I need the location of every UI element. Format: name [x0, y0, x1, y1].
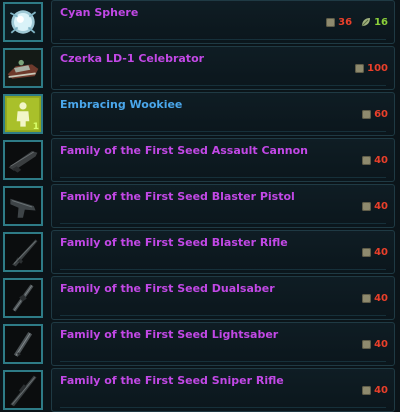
- speeder-icon[interactable]: [3, 48, 43, 88]
- item-name: Czerka LD-1 Celebrator: [60, 52, 205, 65]
- coin-icon: [362, 109, 372, 119]
- vendor-item-panel: Family of the First Seed Sniper Rifle 40: [51, 368, 395, 412]
- assault-cannon-icon[interactable]: [3, 140, 43, 180]
- vendor-item-panel: Family of the First Seed Assault Cannon …: [51, 138, 395, 182]
- item-cost: 40: [362, 199, 388, 213]
- vendor-item-panel: Czerka LD-1 Celebrator 100: [51, 46, 395, 90]
- cost-amount: 40: [374, 338, 388, 350]
- coin-icon: [362, 293, 372, 303]
- vendor-item-row[interactable]: Family of the First Seed Blaster Rifle 4…: [0, 230, 400, 274]
- cost-amount: 40: [374, 246, 388, 258]
- blaster-pistol-icon[interactable]: [3, 186, 43, 226]
- vendor-item-row[interactable]: 1 Embracing Wookiee 60: [0, 92, 400, 136]
- vendor-item-row[interactable]: Family of the First Seed Blaster Pistol …: [0, 184, 400, 228]
- vendor-item-panel: Family of the First Seed Dualsaber 40: [51, 276, 395, 320]
- cost-amount: 36: [338, 16, 353, 28]
- vendor-item-row[interactable]: Family of the First Seed Lightsaber 40: [0, 322, 400, 366]
- item-name: Family of the First Seed Blaster Pistol: [60, 190, 295, 203]
- vendor-item-panel: Family of the First Seed Blaster Rifle 4…: [51, 230, 395, 274]
- stack-count: 1: [32, 122, 39, 132]
- cost-amount: 16: [374, 16, 388, 28]
- vendor-item-panel: Cyan Sphere 36 16: [51, 0, 395, 44]
- item-cost: 40: [362, 153, 388, 167]
- dualsaber-icon[interactable]: [3, 278, 43, 318]
- coin-icon: [362, 247, 372, 257]
- item-name: Family of the First Seed Sniper Rifle: [60, 374, 284, 387]
- item-cost: 40: [362, 337, 388, 351]
- item-name: Family of the First Seed Assault Cannon: [60, 144, 309, 157]
- cost-amount: 40: [374, 154, 388, 166]
- item-name: Family of the First Seed Dualsaber: [60, 282, 275, 295]
- item-cost: 100: [355, 61, 388, 75]
- item-cost: 40: [362, 383, 388, 397]
- cost-amount: 40: [374, 292, 388, 304]
- vendor-item-panel: Family of the First Seed Blaster Pistol …: [51, 184, 395, 228]
- item-cost: 40: [362, 245, 388, 259]
- emote-figure-icon[interactable]: 1: [3, 94, 43, 134]
- cost-amount: 40: [374, 384, 388, 396]
- item-name: Family of the First Seed Lightsaber: [60, 328, 279, 341]
- vendor-item-panel: Embracing Wookiee 60: [51, 92, 395, 136]
- vendor-item-row[interactable]: Cyan Sphere 36 16: [0, 0, 400, 44]
- vendor-item-panel: Family of the First Seed Lightsaber 40: [51, 322, 395, 366]
- cost-amount: 100: [367, 62, 388, 74]
- vendor-item-row[interactable]: Family of the First Seed Assault Cannon …: [0, 138, 400, 182]
- cost-amount: 40: [374, 200, 388, 212]
- item-name: Embracing Wookiee: [60, 98, 183, 111]
- coin-icon: [362, 155, 372, 165]
- blaster-rifle-icon[interactable]: [3, 232, 43, 272]
- coin-icon: [362, 339, 372, 349]
- cost-amount: 60: [374, 108, 388, 120]
- cyan-sphere-icon[interactable]: [3, 2, 43, 42]
- vendor-item-row[interactable]: Family of the First Seed Sniper Rifle 40: [0, 368, 400, 412]
- coin-icon: [355, 63, 365, 73]
- coin-icon: [326, 17, 336, 27]
- sniper-rifle-icon[interactable]: [3, 370, 43, 410]
- item-name: Family of the First Seed Blaster Rifle: [60, 236, 288, 249]
- item-cost: 36 16: [326, 15, 388, 29]
- vendor-item-row[interactable]: Family of the First Seed Dualsaber 40: [0, 276, 400, 320]
- vendor-item-list: Cyan Sphere 36 16 Czerka LD-1 Celebrator…: [0, 0, 400, 412]
- item-cost: 40: [362, 291, 388, 305]
- coin-icon: [362, 385, 372, 395]
- item-cost: 60: [362, 107, 388, 121]
- coin-icon: [362, 201, 372, 211]
- lightsaber-icon[interactable]: [3, 324, 43, 364]
- item-name: Cyan Sphere: [60, 6, 139, 19]
- leaf-icon: [361, 18, 371, 27]
- vendor-item-row[interactable]: Czerka LD-1 Celebrator 100: [0, 46, 400, 90]
